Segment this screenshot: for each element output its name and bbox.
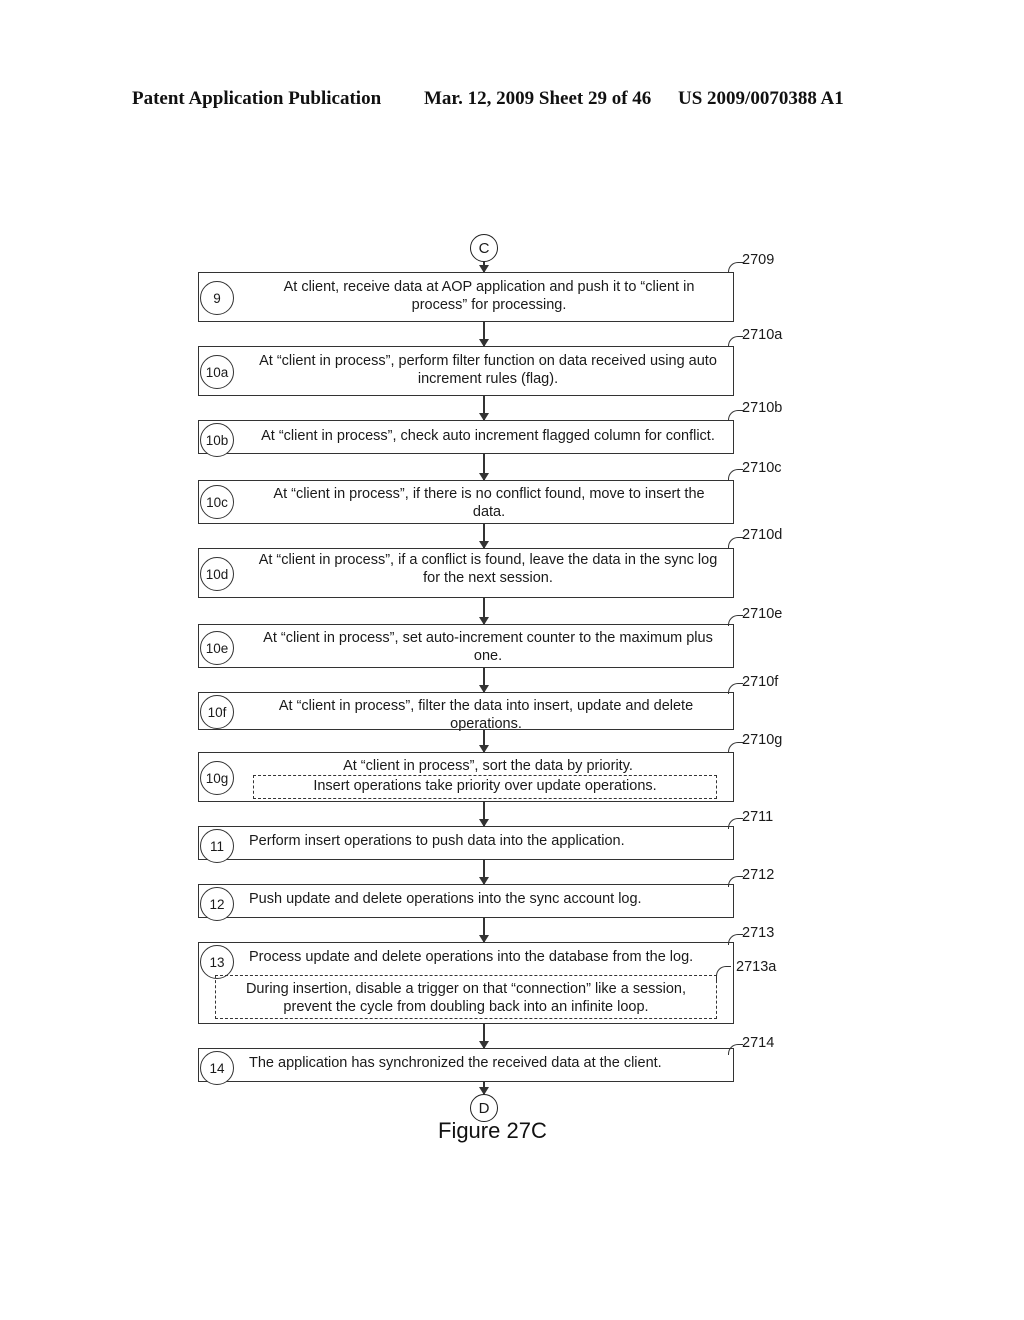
step-10a: 10a At “client in process”, perform filt… (198, 346, 734, 396)
ref-leader (728, 615, 743, 626)
ref-label: 2710g (742, 732, 783, 748)
ref-label: 2711 (742, 809, 774, 825)
arrow (479, 1082, 489, 1095)
step-10e: 10e At “client in process”, set auto-inc… (198, 624, 734, 668)
step-badge: 10f (200, 695, 234, 729)
ref-leader (728, 742, 743, 753)
arrow (479, 1024, 489, 1049)
ref-label: 2710e (742, 606, 783, 622)
page-header: Patent Application Publication Mar. 12, … (132, 88, 892, 116)
connector-c: C (470, 234, 498, 262)
step-badge: 9 (200, 281, 234, 315)
step-badge: 10g (200, 761, 234, 795)
arrow (479, 730, 489, 753)
ref-leader (716, 966, 731, 981)
step-text: At “client in process”, check auto incre… (261, 428, 715, 444)
step-text: At “client in process”, perform filter f… (259, 353, 717, 387)
step-badge: 10e (200, 631, 234, 665)
ref-leader (728, 876, 743, 887)
ref-label-sub: 2713a (736, 959, 777, 975)
arrow (479, 668, 489, 693)
arrow (479, 860, 489, 885)
ref-leader (728, 410, 743, 421)
ref-label: 2709 (742, 252, 775, 268)
step-text: At client, receive data at AOP applicati… (283, 279, 695, 313)
step-10c: 10c At “client in process”, if there is … (198, 480, 734, 524)
ref-leader (728, 1044, 743, 1055)
arrow (479, 598, 489, 625)
step-badge: 11 (200, 829, 234, 863)
ref-leader (728, 469, 743, 480)
step-note: During insertion, disable a trigger on t… (215, 975, 717, 1019)
step-11: 11 Perform insert operations to push dat… (198, 826, 734, 863)
step-10g: 10g At “client in process”, sort the dat… (198, 752, 734, 802)
ref-leader (728, 818, 743, 829)
ref-label: 2713 (742, 925, 775, 941)
ref-label: 2710c (742, 460, 782, 476)
step-text: Push update and delete operations into t… (249, 891, 642, 907)
publication-label: Patent Application Publication (132, 88, 382, 109)
step-9: 9 At client, receive data at AOP applica… (198, 272, 734, 322)
ref-leader (728, 537, 743, 548)
ref-leader (728, 336, 743, 347)
arrow (479, 262, 489, 273)
step-text: Perform insert operations to push data i… (249, 833, 625, 849)
ref-label: 2710d (742, 527, 783, 543)
patent-number: US 2009/0070388 A1 (678, 88, 844, 109)
ref-leader (728, 683, 743, 694)
step-badge: 13 (200, 945, 234, 979)
step-14: 14 The application has synchronized the … (198, 1048, 734, 1085)
date-sheet: Mar. 12, 2009 Sheet 29 of 46 (424, 88, 652, 109)
step-10d: 10d At “client in process”, if a conflic… (198, 548, 734, 598)
step-text: Process update and delete operations int… (249, 949, 694, 965)
step-10b: 10b At “client in process”, check auto i… (198, 420, 734, 457)
arrow (479, 454, 489, 481)
step-badge: 12 (200, 887, 234, 921)
ref-label: 2710a (742, 327, 783, 343)
step-badge: 10a (200, 355, 234, 389)
ref-label: 2712 (742, 867, 775, 883)
ref-label: 2710b (742, 400, 783, 416)
step-13: 13 Process update and delete operations … (198, 942, 734, 1024)
step-badge: 14 (200, 1051, 234, 1085)
arrow (479, 802, 489, 827)
step-10f: 10f At “client in process”, filter the d… (198, 692, 734, 732)
step-badge: 10b (200, 423, 234, 457)
figure-caption: Figure 27C (438, 1118, 547, 1143)
ref-leader (728, 262, 743, 273)
step-12: 12 Push update and delete operations int… (198, 884, 734, 921)
arrow (479, 918, 489, 943)
step-note: Insert operations take priority over upd… (253, 775, 717, 799)
arrow (479, 396, 489, 421)
step-text: At “client in process”, set auto-increme… (263, 630, 713, 664)
step-badge: 10c (200, 485, 234, 519)
step-text: At “client in process”, sort the data by… (343, 758, 633, 774)
step-text: At “client in process”, if a conflict is… (258, 552, 718, 586)
arrow (479, 524, 489, 549)
step-text: The application has synchronized the rec… (249, 1055, 662, 1071)
ref-label: 2714 (742, 1035, 775, 1051)
step-text: At “client in process”, if there is no c… (273, 486, 705, 520)
step-text: At “client in process”, filter the data … (278, 698, 694, 732)
ref-label: 2710f (742, 674, 779, 690)
ref-leader (728, 934, 743, 945)
arrow (479, 322, 489, 347)
step-badge: 10d (200, 557, 234, 591)
